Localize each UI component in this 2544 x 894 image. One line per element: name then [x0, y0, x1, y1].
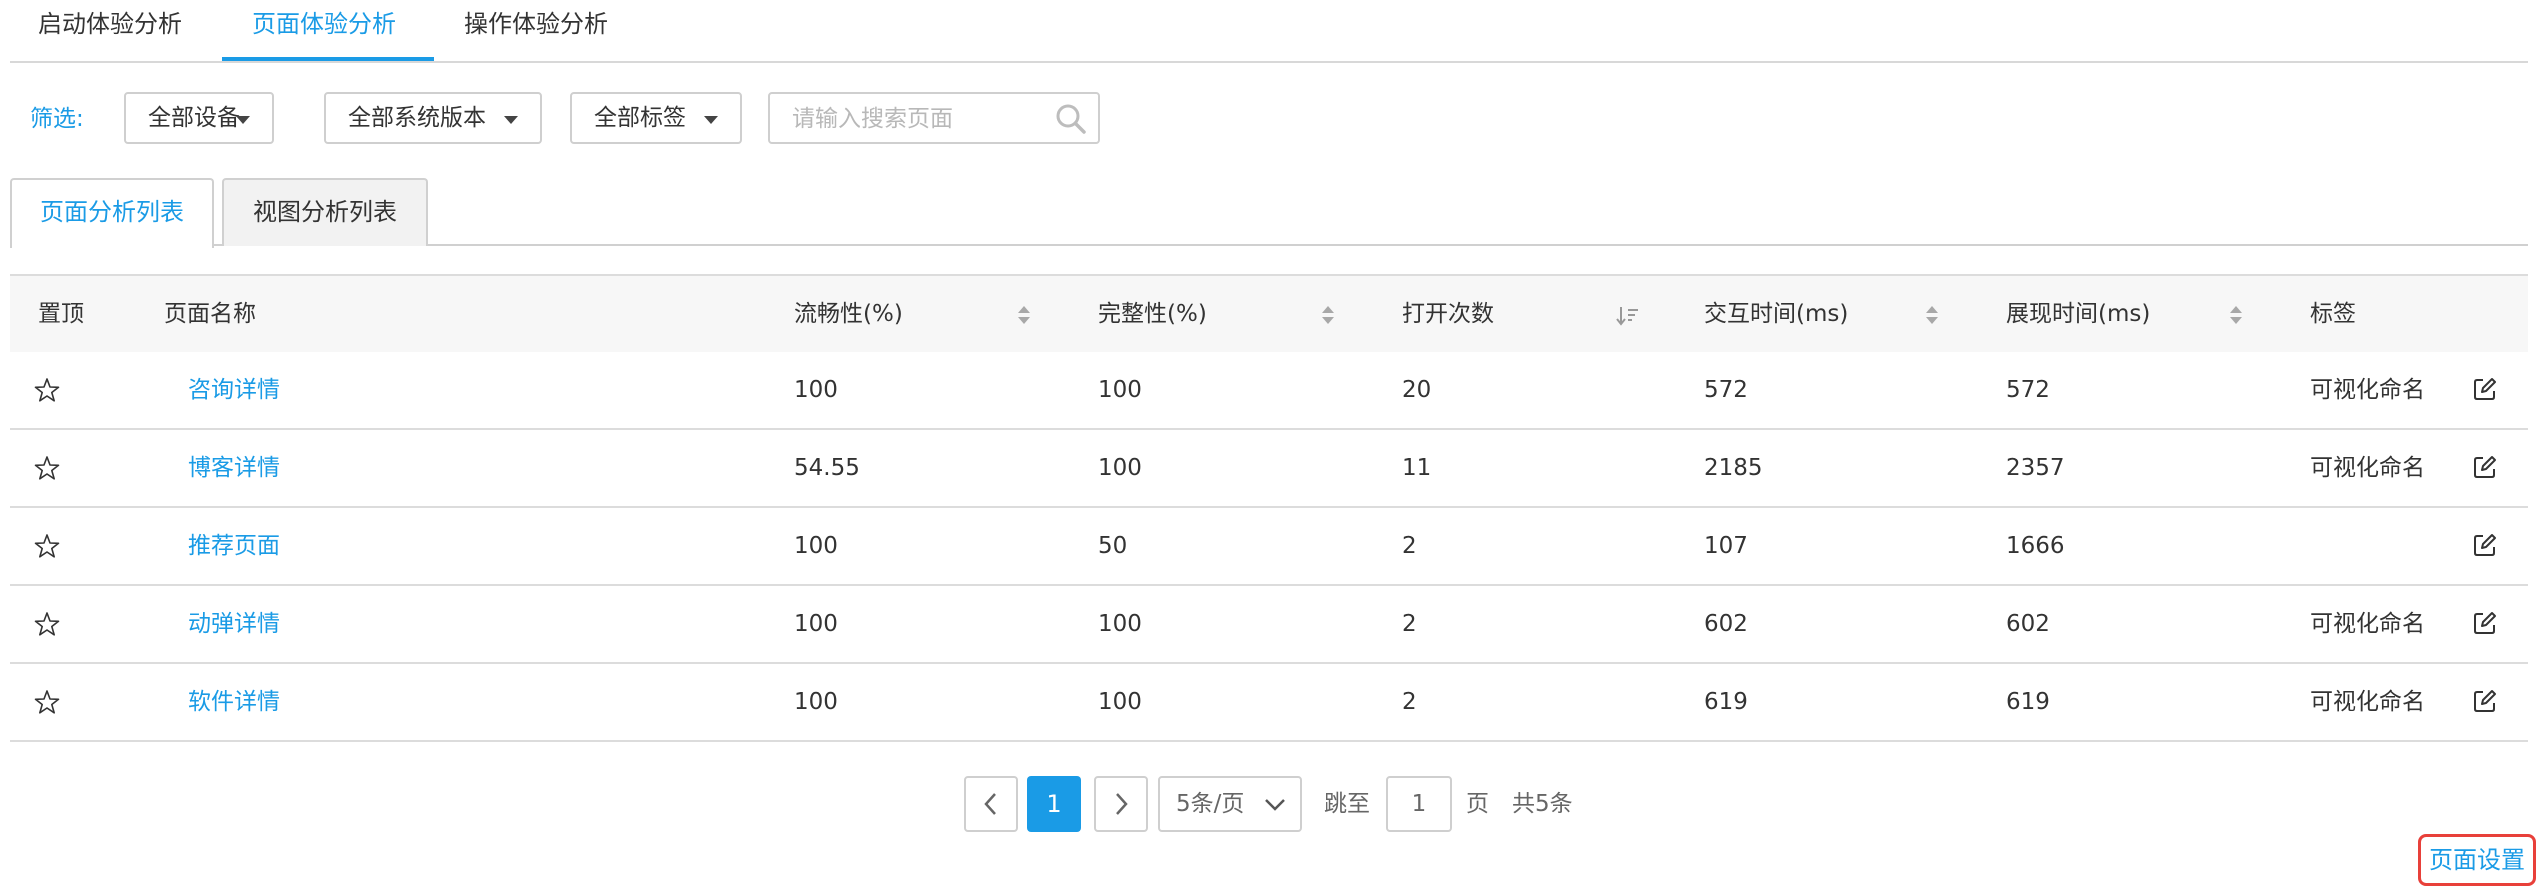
table-header: 置顶 页面名称 流畅性(%) 完整性(%) 打开次数 交互时间(ms) 展现时间… — [10, 274, 2528, 354]
page-name-link[interactable]: 推荐页面 — [188, 508, 280, 584]
edit-icon[interactable] — [2472, 376, 2498, 402]
tag-cell: 可视化命名 — [2310, 455, 2425, 481]
header-integrity[interactable]: 完整性(%) — [1098, 276, 1207, 352]
interaction-time-cell: 107 — [1704, 533, 1748, 559]
sort-descending-icon[interactable] — [1616, 304, 1640, 326]
prev-page-button[interactable] — [964, 776, 1018, 832]
page-name-link[interactable]: 软件详情 — [188, 664, 280, 740]
page-size-value: 5条/页 — [1176, 791, 1245, 817]
table-row: 推荐页面 100 50 2 107 1666 — [10, 508, 2528, 586]
page-name-link[interactable]: 咨询详情 — [188, 352, 280, 428]
page-settings-button[interactable]: 页面设置 — [2418, 834, 2536, 886]
table-row: 动弹详情 100 100 2 602 602 可视化命名 — [10, 586, 2528, 664]
chevron-left-icon — [984, 793, 996, 815]
interaction-time-cell: 2185 — [1704, 455, 1763, 481]
top-tab-bar: 启动体验分析 页面体验分析 操作体验分析 — [10, 0, 2528, 63]
table-row: 博客详情 54.55 100 11 2185 2357 可视化命名 — [10, 430, 2528, 508]
table-row: 咨询详情 100 100 20 572 572 可视化命名 — [10, 352, 2528, 430]
tag-dropdown-value: 全部标签 — [594, 105, 686, 131]
sort-icon[interactable] — [1320, 304, 1336, 326]
star-icon[interactable] — [34, 533, 60, 559]
table-row: 软件详情 100 100 2 619 619 可视化命名 — [10, 664, 2528, 742]
fluency-cell: 100 — [794, 533, 838, 559]
tag-dropdown[interactable]: 全部标签 — [570, 92, 742, 144]
edit-icon[interactable] — [2472, 610, 2498, 636]
chevron-right-icon — [1116, 793, 1128, 815]
total-count: 共5条 — [1512, 791, 1573, 817]
sort-icon[interactable] — [1016, 304, 1032, 326]
tab-startup-analysis[interactable]: 启动体验分析 — [38, 0, 182, 61]
tab-page-analysis[interactable]: 页面体验分析 — [252, 0, 396, 61]
next-page-button[interactable] — [1094, 776, 1148, 832]
active-tab-indicator — [222, 57, 434, 61]
page-1-button[interactable]: 1 — [1027, 776, 1081, 832]
caret-down-icon — [504, 116, 518, 124]
fluency-cell: 100 — [794, 377, 838, 403]
display-time-cell: 572 — [2006, 377, 2050, 403]
page-name-link[interactable]: 博客详情 — [188, 430, 280, 506]
tab-operation-analysis[interactable]: 操作体验分析 — [464, 0, 608, 61]
display-time-cell: 2357 — [2006, 455, 2065, 481]
device-dropdown[interactable]: 全部设备 — [124, 92, 274, 144]
search-icon[interactable] — [1054, 102, 1088, 136]
search-input[interactable] — [790, 102, 1034, 136]
os-version-dropdown-value: 全部系统版本 — [348, 105, 486, 131]
os-version-dropdown[interactable]: 全部系统版本 — [324, 92, 542, 144]
tag-cell: 可视化命名 — [2310, 377, 2425, 403]
integrity-cell: 100 — [1098, 455, 1142, 481]
jump-page-input[interactable]: 1 — [1386, 776, 1452, 832]
fluency-cell: 100 — [794, 611, 838, 637]
integrity-cell: 100 — [1098, 377, 1142, 403]
fluency-cell: 54.55 — [794, 455, 860, 481]
page-name-link[interactable]: 动弹详情 — [188, 586, 280, 662]
interaction-time-cell: 602 — [1704, 611, 1748, 637]
tag-cell: 可视化命名 — [2310, 689, 2425, 715]
integrity-cell: 100 — [1098, 689, 1142, 715]
open-count-cell: 2 — [1402, 611, 1417, 637]
fluency-cell: 100 — [794, 689, 838, 715]
header-interaction-time[interactable]: 交互时间(ms) — [1704, 276, 1848, 352]
search-box — [768, 92, 1100, 144]
star-icon[interactable] — [34, 611, 60, 637]
page-size-select[interactable]: 5条/页 — [1158, 776, 1302, 832]
chevron-down-icon — [1265, 799, 1285, 811]
integrity-cell: 100 — [1098, 611, 1142, 637]
header-fluency[interactable]: 流畅性(%) — [794, 276, 903, 352]
header-pin: 置顶 — [38, 301, 84, 327]
caret-down-icon — [704, 116, 718, 124]
star-icon[interactable] — [34, 455, 60, 481]
open-count-cell: 20 — [1402, 377, 1432, 403]
header-display-time[interactable]: 展现时间(ms) — [2006, 276, 2150, 352]
tab-view-list[interactable]: 视图分析列表 — [222, 178, 428, 246]
open-count-cell: 11 — [1402, 455, 1432, 481]
jump-label: 跳至 — [1324, 791, 1370, 817]
edit-icon[interactable] — [2472, 532, 2498, 558]
star-icon[interactable] — [34, 377, 60, 403]
tag-cell: 可视化命名 — [2310, 611, 2425, 637]
device-dropdown-value: 全部设备 — [148, 105, 240, 131]
header-open-count[interactable]: 打开次数 — [1402, 276, 1494, 352]
interaction-time-cell: 619 — [1704, 689, 1748, 715]
header-tag: 标签 — [2310, 301, 2356, 327]
page-unit-label: 页 — [1466, 791, 1489, 817]
open-count-cell: 2 — [1402, 533, 1417, 559]
edit-icon[interactable] — [2472, 688, 2498, 714]
caret-down-icon — [236, 116, 250, 124]
sort-icon[interactable] — [2228, 304, 2244, 326]
sort-icon[interactable] — [1924, 304, 1940, 326]
edit-icon[interactable] — [2472, 454, 2498, 480]
header-page-name: 页面名称 — [164, 301, 256, 327]
display-time-cell: 619 — [2006, 689, 2050, 715]
interaction-time-cell: 572 — [1704, 377, 1748, 403]
tab-page-list[interactable]: 页面分析列表 — [10, 178, 214, 248]
display-time-cell: 602 — [2006, 611, 2050, 637]
filter-label: 筛选: — [30, 106, 84, 132]
open-count-cell: 2 — [1402, 689, 1417, 715]
display-time-cell: 1666 — [2006, 533, 2065, 559]
star-icon[interactable] — [34, 689, 60, 715]
integrity-cell: 50 — [1098, 533, 1128, 559]
